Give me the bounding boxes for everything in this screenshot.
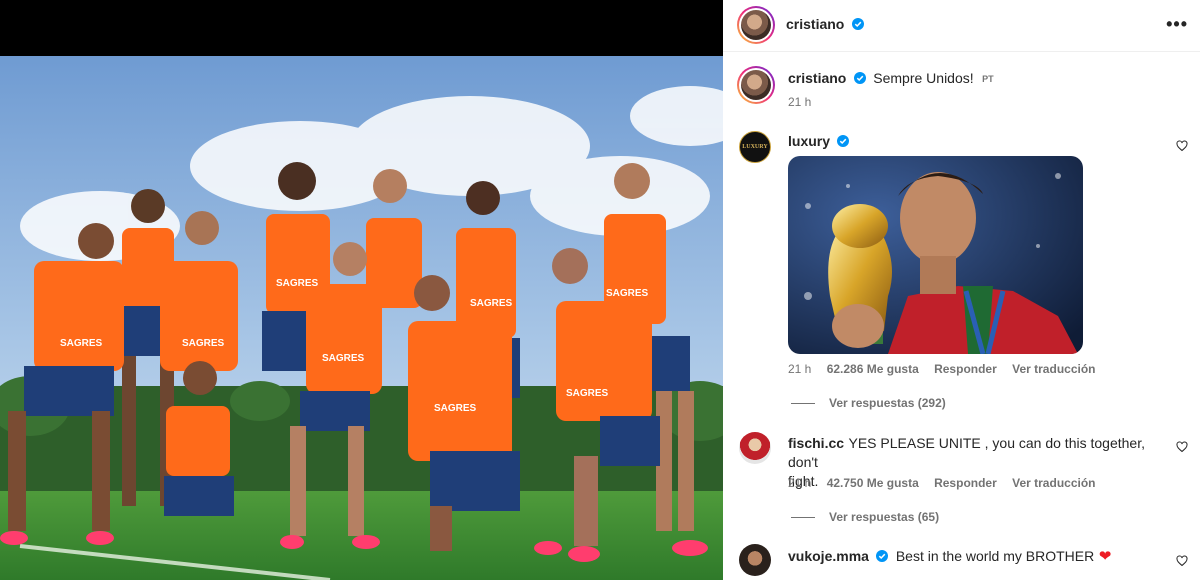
comment-likes[interactable]: 62.286 Me gusta: [827, 362, 919, 376]
red-heart-emoji: ❤: [1098, 548, 1112, 565]
view-replies-label: Ver respuestas (65): [829, 510, 940, 524]
comment-header-luxury: luxury: [788, 133, 850, 151]
comment-time: 21 h: [788, 362, 812, 376]
like-comment-heart-icon[interactable]: [1176, 555, 1188, 567]
comment-avatar-luxury[interactable]: LUXURY: [739, 131, 771, 163]
author-avatar[interactable]: [737, 6, 775, 44]
like-comment-heart-icon[interactable]: [1176, 441, 1188, 453]
caption-time: 21 h: [788, 95, 812, 109]
caption: cristiano Sempre Unidos! PT: [788, 70, 994, 88]
caption-username[interactable]: cristiano: [788, 70, 846, 86]
bib-sponsor-text: SAGRES: [606, 288, 649, 299]
replies-divider: [791, 517, 815, 519]
caption-text: Sempre Unidos!: [873, 70, 974, 86]
comment-username[interactable]: fischi.cc: [788, 435, 844, 451]
more-options-icon[interactable]: •••: [1166, 14, 1188, 35]
verified-icon: [851, 18, 864, 30]
bib-sponsor-text: SAGRES: [470, 298, 513, 309]
reply-button[interactable]: Responder: [934, 362, 997, 376]
post-media[interactable]: SAGRES SAGRES SAGRES SAGRES SAGRES SAGRE…: [0, 0, 723, 580]
translate-button[interactable]: Ver traducción: [1012, 362, 1095, 376]
verified-icon: [876, 550, 889, 562]
comment-avatar-fischi[interactable]: [739, 432, 771, 464]
comment-username[interactable]: luxury: [788, 133, 830, 149]
comment-meta-fischi: 21 h 42.750 Me gusta Responder Ver tradu…: [788, 476, 1108, 490]
translate-button[interactable]: Ver traducción: [1012, 476, 1095, 490]
reply-button[interactable]: Responder: [934, 476, 997, 490]
view-replies-label: Ver respuestas (292): [829, 396, 946, 410]
comment-text: Best in the world my BROTHER: [895, 548, 1095, 564]
bib-sponsor-text: SAGRES: [566, 388, 609, 399]
comment-time: 21 h: [788, 476, 812, 490]
like-comment-heart-icon[interactable]: [1176, 140, 1188, 152]
view-replies-button[interactable]: Ver respuestas (292): [791, 396, 946, 410]
comment-username[interactable]: vukoje.mma: [788, 548, 869, 564]
comments-panel: cristiano ••• cristiano Sempre Unidos! P…: [723, 0, 1200, 580]
replies-divider: [791, 403, 815, 405]
comment-body-vukoje: vukoje.mma Best in the world my BROTHER …: [788, 547, 1111, 566]
team-photo: SAGRES SAGRES SAGRES SAGRES SAGRES SAGRE…: [0, 56, 723, 580]
bib-sponsor-text: SAGRES: [182, 338, 225, 349]
caption-language: PT: [982, 74, 994, 84]
post-header: cristiano •••: [723, 0, 1200, 52]
caption-author-avatar[interactable]: [737, 66, 775, 104]
comment-image-trophy[interactable]: [788, 156, 1083, 354]
author-username[interactable]: cristiano: [786, 16, 844, 32]
bib-sponsor-text: SAGRES: [322, 353, 365, 364]
view-replies-button[interactable]: Ver respuestas (65): [791, 510, 939, 524]
comment-likes[interactable]: 42.750 Me gusta: [827, 476, 919, 490]
comment-meta-luxury: 21 h 62.286 Me gusta Responder Ver tradu…: [788, 362, 1108, 376]
luxury-logo: LUXURY: [742, 144, 768, 150]
bib-sponsor-text: SAGRES: [60, 338, 103, 349]
bib-sponsor-text: SAGRES: [434, 403, 477, 414]
verified-icon: [853, 72, 866, 84]
comment-avatar-vukoje[interactable]: [739, 544, 771, 576]
verified-icon: [837, 135, 850, 147]
bib-sponsor-text: SAGRES: [276, 278, 319, 289]
